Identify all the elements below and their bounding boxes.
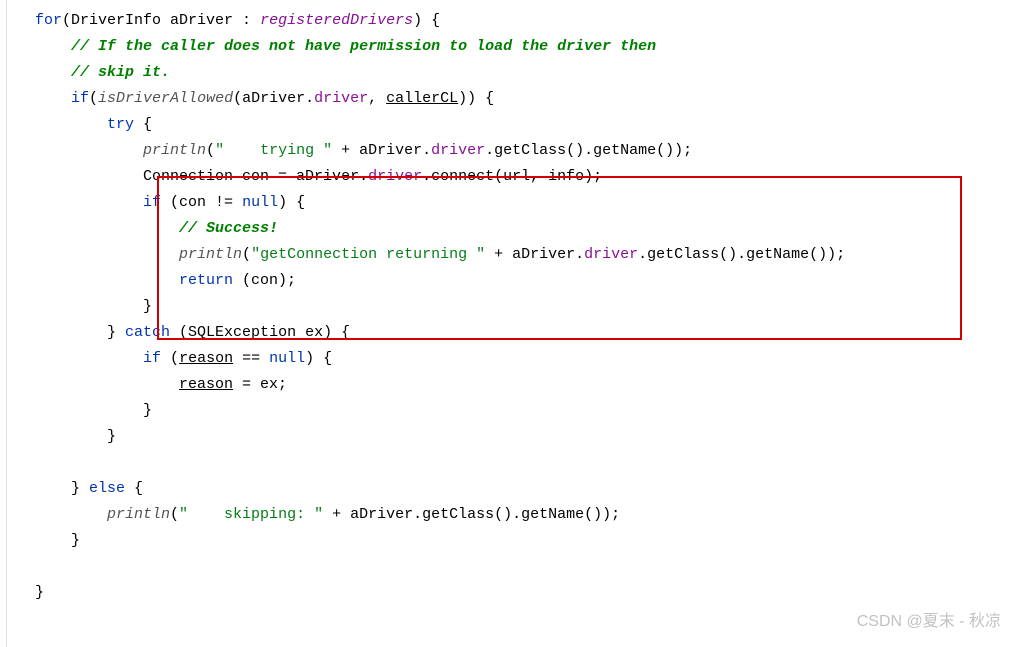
kw-if: if <box>71 90 89 107</box>
kw-for: for <box>35 12 62 29</box>
t: .getClass().getName()); <box>485 142 692 159</box>
t: + aDriver. <box>332 142 431 159</box>
field-driver: driver <box>431 142 485 159</box>
t: ( <box>89 90 98 107</box>
t: )) { <box>458 90 494 107</box>
method-println: println <box>143 142 206 159</box>
kw-if: if <box>143 194 161 211</box>
comment: // Success! <box>179 220 278 237</box>
t: Connection con = aDriver. <box>143 168 368 185</box>
kw-catch: catch <box>125 324 170 341</box>
t: , <box>368 90 386 107</box>
t: { <box>134 116 152 133</box>
t: + aDriver.getClass().getName()); <box>323 506 620 523</box>
t: ) { <box>278 194 305 211</box>
comment: // If the caller does not have permissio… <box>71 38 656 55</box>
kw-return: return <box>179 272 233 289</box>
t: ( <box>206 142 215 159</box>
string: "getConnection returning " <box>251 246 485 263</box>
kw-null: null <box>269 350 305 367</box>
kw-try: try <box>107 116 134 133</box>
var-reason: reason <box>179 376 233 393</box>
var-callerCL: callerCL <box>386 90 458 107</box>
method-println: println <box>107 506 170 523</box>
kw-null: null <box>242 194 278 211</box>
t: ( <box>170 506 179 523</box>
method-isDriverAllowed: isDriverAllowed <box>98 90 233 107</box>
brace: } <box>107 428 116 445</box>
t: (aDriver. <box>233 90 314 107</box>
code-block: for(DriverInfo aDriver : registeredDrive… <box>6 0 1021 647</box>
t: (SQLException ex) { <box>170 324 350 341</box>
kw-if: if <box>143 350 161 367</box>
field-driver: driver <box>314 90 368 107</box>
t: + aDriver. <box>485 246 584 263</box>
t: (DriverInfo aDriver : <box>62 12 260 29</box>
field-driver: driver <box>584 246 638 263</box>
t: ) { <box>305 350 332 367</box>
t: } <box>71 480 89 497</box>
field-registeredDrivers: registeredDrivers <box>260 12 413 29</box>
t: == <box>233 350 269 367</box>
brace: } <box>143 402 152 419</box>
string: " trying " <box>215 142 332 159</box>
code-pre: for(DriverInfo aDriver : registeredDrive… <box>7 8 1021 606</box>
t: } <box>107 324 125 341</box>
t: ( <box>161 350 179 367</box>
t: ) { <box>413 12 440 29</box>
method-println: println <box>179 246 242 263</box>
t: .getClass().getName()); <box>638 246 845 263</box>
t: (con); <box>233 272 296 289</box>
brace: } <box>143 298 152 315</box>
field-driver: driver <box>368 168 422 185</box>
brace: } <box>71 532 80 549</box>
t: = ex; <box>233 376 287 393</box>
t: (con != <box>161 194 242 211</box>
var-reason: reason <box>179 350 233 367</box>
t: .connect(url, info); <box>422 168 602 185</box>
kw-else: else <box>89 480 125 497</box>
string: " skipping: " <box>179 506 323 523</box>
brace: } <box>35 584 44 601</box>
comment: // skip it. <box>71 64 170 81</box>
t: ( <box>242 246 251 263</box>
t: { <box>125 480 143 497</box>
